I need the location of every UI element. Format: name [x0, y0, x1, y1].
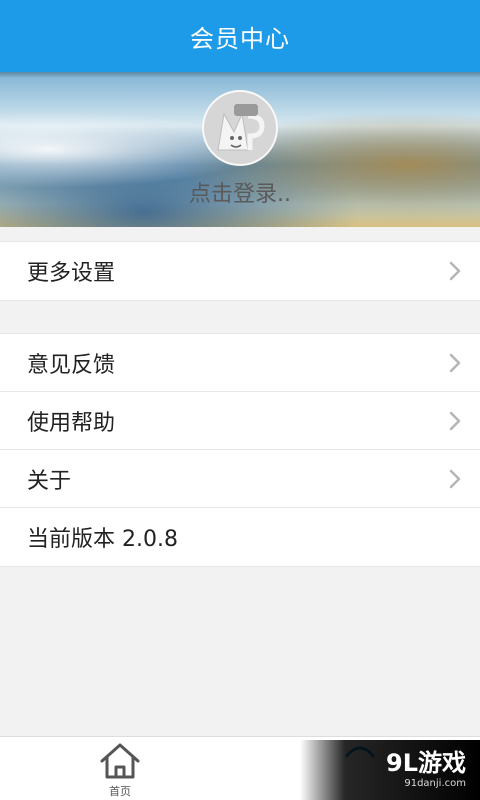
menu-item-label: 使用帮助 [27, 410, 116, 436]
menu-item-settings[interactable]: 更多设置 [0, 242, 480, 300]
menu-item-version: 当前版本 2.0.8 [0, 508, 480, 566]
tab-home-label: 首页 [109, 785, 131, 798]
avatar[interactable] [202, 90, 278, 166]
menu-item-label: 意见反馈 [27, 352, 116, 378]
chevron-right-icon [449, 353, 461, 372]
profile-banner[interactable]: 点击登录.. [0, 72, 480, 227]
menu-item-about[interactable]: 关于 [0, 450, 480, 508]
menu-item-label: 更多设置 [27, 261, 116, 286]
watermark: 9L游戏 91danji.com [300, 740, 480, 800]
app-header: 会员中心 [0, 0, 480, 72]
home-icon [100, 743, 140, 779]
watermark-sub: 91danji.com [404, 778, 466, 789]
watermark-text: 9L游戏 [386, 749, 466, 777]
chevron-right-icon [449, 411, 461, 430]
menu-item-label: 关于 [27, 468, 72, 494]
login-prompt[interactable]: 点击登录.. [0, 176, 480, 208]
tab-home[interactable]: 首页 [90, 741, 150, 800]
page-title: 会员中心 [190, 24, 290, 53]
chevron-right-icon [449, 261, 461, 281]
menu-item-help[interactable]: 使用帮助 [0, 392, 480, 450]
chevron-right-icon [449, 469, 461, 488]
settings-group: 更多设置 [0, 241, 480, 301]
info-group: 意见反馈 使用帮助 关于 当前版本 2.0.8 [0, 333, 480, 567]
version-label: 当前版本 2.0.8 [27, 527, 178, 552]
user-avatar-placeholder-icon [204, 92, 276, 164]
menu-item-feedback[interactable]: 意见反馈 [0, 334, 480, 392]
